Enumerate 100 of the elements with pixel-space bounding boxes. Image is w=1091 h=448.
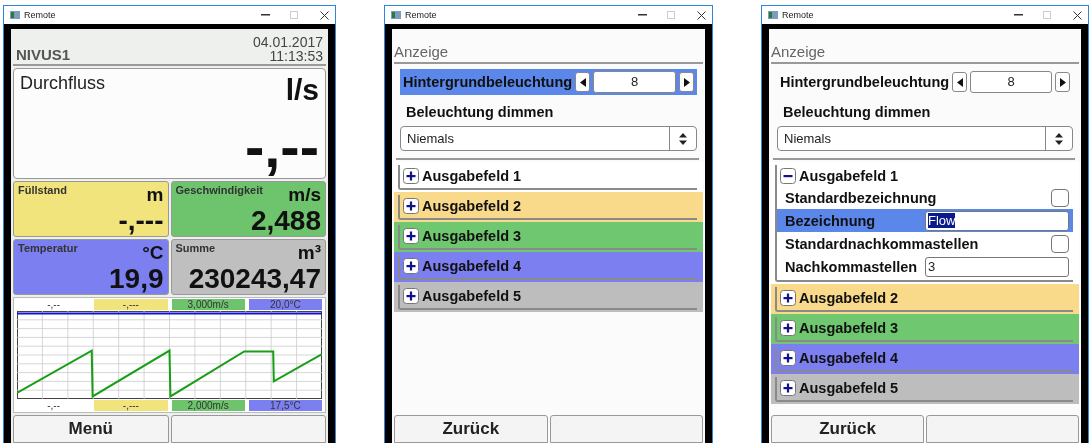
text-field[interactable]: 3 xyxy=(925,256,1069,277)
maximize-icon xyxy=(667,11,675,19)
decrease-button[interactable] xyxy=(575,72,591,92)
tile-value: -,--- xyxy=(118,206,164,236)
scale-label: -,--- xyxy=(94,299,168,310)
backlight-row[interactable]: Hintergrundbeleuchtung 8 xyxy=(777,69,1073,95)
setting-label: Nachkommastellen xyxy=(785,258,918,275)
field-value: Flow xyxy=(928,213,956,228)
plus-icon[interactable] xyxy=(403,257,419,274)
setting-label: Beleuchtung dimmen xyxy=(783,104,932,120)
plus-icon[interactable] xyxy=(780,379,796,396)
setting-label: Beleuchtung dimmen xyxy=(406,104,555,120)
scale-label: -,--- xyxy=(94,400,168,411)
tile-value: -,-- xyxy=(244,116,319,178)
softkey[interactable]: Zurück xyxy=(771,415,924,443)
group-title[interactable]: Ausgabefeld 5 xyxy=(799,379,899,396)
setting-row[interactable]: Bezeichnung Flow xyxy=(777,209,1073,232)
app-icon xyxy=(768,11,778,19)
setting-row[interactable]: Standardnachkommastellen xyxy=(777,232,1073,255)
triangle-right-icon xyxy=(1059,77,1066,87)
tile-label: Summe xyxy=(175,242,216,254)
checkbox[interactable] xyxy=(1051,188,1069,207)
plus-icon[interactable] xyxy=(403,197,419,214)
setting-label: Hintergrundbeleuchtung xyxy=(403,74,573,90)
scale-label: 20,0°C xyxy=(248,299,322,310)
dropdown[interactable]: Niemals xyxy=(400,126,697,151)
tile-label: Durchfluss xyxy=(20,73,106,94)
blank-softkey[interactable] xyxy=(170,415,326,443)
tile-label: Geschwindigkeit xyxy=(175,184,263,196)
device-name: NIVUS1 xyxy=(16,46,71,63)
minimize-icon[interactable] xyxy=(1014,13,1023,17)
plus-icon[interactable] xyxy=(780,349,796,366)
plus-icon[interactable] xyxy=(780,319,796,336)
group-title[interactable]: Ausgabefeld 4 xyxy=(422,257,522,274)
softkey[interactable]: Zurück xyxy=(394,415,548,443)
setting-label: Bezeichnung xyxy=(785,212,876,229)
window-title: Remote xyxy=(405,10,438,20)
close-icon[interactable] xyxy=(1073,10,1082,20)
tile-unit: °C xyxy=(142,242,164,264)
maximize-icon xyxy=(290,11,298,19)
decrease-button[interactable] xyxy=(952,72,968,92)
group-title[interactable]: Ausgabefeld 2 xyxy=(799,289,899,306)
minus-icon[interactable] xyxy=(780,167,796,184)
field-value: 3 xyxy=(928,259,936,274)
time-text: 11:13:53 xyxy=(269,49,323,63)
scale-label: 3,000m/s xyxy=(171,299,245,310)
app-icon xyxy=(391,11,401,19)
scale-label: 17,5°C xyxy=(248,400,322,411)
tile-value: 2,488 xyxy=(250,206,321,236)
setting-label: Standardnachkommastellen xyxy=(785,235,979,252)
text-field[interactable]: Flow xyxy=(925,210,1069,231)
window-title: Remote xyxy=(782,10,815,20)
increase-button[interactable] xyxy=(1055,72,1070,92)
stepper-value: 8 xyxy=(593,71,676,93)
setting-row[interactable]: Nachkommastellen 3 xyxy=(777,255,1073,278)
up-down-icon xyxy=(1055,132,1063,145)
backlight-row[interactable]: Hintergrundbeleuchtung 8 xyxy=(400,69,697,95)
app-icon xyxy=(10,11,20,19)
maximize-icon xyxy=(1043,11,1051,19)
tile-label: Temperatur xyxy=(18,242,78,254)
group-title[interactable]: Ausgabefeld 1 xyxy=(422,167,522,184)
checkbox[interactable] xyxy=(1051,234,1069,253)
scale-label: 2,000m/s xyxy=(171,400,245,411)
dropdown-value: Niemals xyxy=(783,131,832,146)
minimize-icon[interactable] xyxy=(261,13,270,17)
dropdown[interactable]: Niemals xyxy=(777,126,1073,151)
setting-label: Standardbezeichnung xyxy=(785,189,937,206)
close-icon[interactable] xyxy=(697,10,706,20)
plus-icon[interactable] xyxy=(403,287,419,304)
tile-unit: l/s xyxy=(285,73,319,107)
triangle-left-icon xyxy=(579,77,586,87)
plus-icon[interactable] xyxy=(403,167,419,184)
group-title[interactable]: Ausgabefeld 5 xyxy=(422,287,522,304)
tile-unit: m xyxy=(146,184,164,206)
dropdown-value: Niemals xyxy=(406,131,455,146)
softkey[interactable]: Menü xyxy=(13,415,169,443)
stepper-value: 8 xyxy=(970,71,1052,93)
blank-softkey[interactable] xyxy=(549,415,703,443)
minimize-icon[interactable] xyxy=(638,13,647,17)
increase-button[interactable] xyxy=(679,72,694,92)
close-icon[interactable] xyxy=(320,10,329,20)
tile-unit: m/s xyxy=(288,184,321,206)
date-text: 04.01.2017 xyxy=(252,35,323,49)
section-title: Anzeige xyxy=(394,31,703,64)
group-title[interactable]: Ausgabefeld 2 xyxy=(422,197,522,214)
group-title[interactable]: Ausgabefeld 4 xyxy=(799,349,899,366)
tile-unit: m³ xyxy=(297,242,321,264)
triangle-right-icon xyxy=(683,77,690,87)
section-title: Anzeige xyxy=(771,31,1079,64)
tile-value: 19,9 xyxy=(109,264,164,294)
window-title: Remote xyxy=(24,10,57,20)
tile-label: Füllstand xyxy=(18,184,67,196)
plus-icon[interactable] xyxy=(403,227,419,244)
blank-softkey[interactable] xyxy=(926,415,1079,443)
group-title[interactable]: Ausgabefeld 1 xyxy=(799,167,899,184)
setting-row[interactable]: Standardbezeichnung xyxy=(777,186,1073,209)
group-title[interactable]: Ausgabefeld 3 xyxy=(799,319,899,336)
group-title[interactable]: Ausgabefeld 3 xyxy=(422,227,522,244)
plus-icon[interactable] xyxy=(780,289,796,306)
up-down-icon xyxy=(679,132,687,145)
